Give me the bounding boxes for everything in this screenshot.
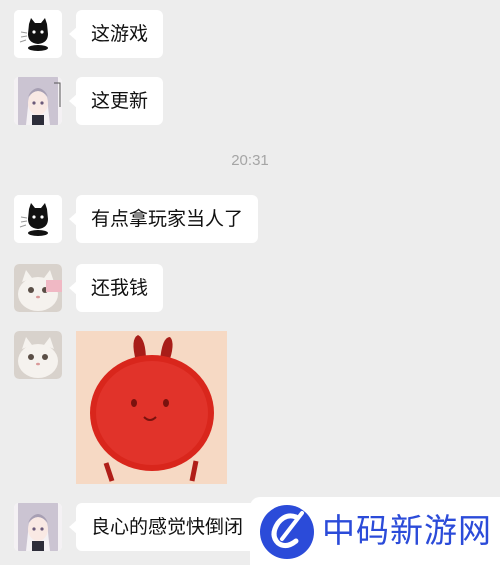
white-cat-avatar[interactable]	[14, 264, 62, 312]
anime-girl-avatar[interactable]	[14, 77, 62, 125]
site-watermark: 中码新游网	[250, 497, 500, 565]
red-bunny-sticker[interactable]	[76, 331, 227, 484]
anime-girl-icon	[14, 503, 62, 551]
message-bubble[interactable]: 还我钱	[68, 264, 164, 312]
message-bubble[interactable]: 这更新	[68, 77, 164, 125]
anime-girl-icon	[14, 77, 62, 125]
watermark-text: 中码新游网	[322, 511, 492, 550]
message-bubble[interactable]: 这游戏	[68, 10, 164, 58]
black-cat-avatar[interactable]	[14, 195, 62, 243]
message-bubble[interactable]: 有点拿玩家当人了	[68, 195, 259, 243]
red-bunny-icon	[76, 331, 227, 484]
white-cat-avatar[interactable]	[14, 331, 62, 379]
timestamp: 20:31	[231, 152, 269, 169]
black-cat-icon	[14, 10, 62, 58]
white-cat-icon	[14, 331, 62, 379]
message-bubble[interactable]: 良心的感觉快倒闭	[68, 503, 259, 551]
blue-circle-c-logo-icon	[260, 505, 314, 559]
black-cat-avatar[interactable]	[14, 10, 62, 58]
anime-girl-avatar[interactable]	[14, 503, 62, 551]
white-cat-icon	[14, 264, 62, 312]
black-cat-icon	[14, 195, 62, 243]
